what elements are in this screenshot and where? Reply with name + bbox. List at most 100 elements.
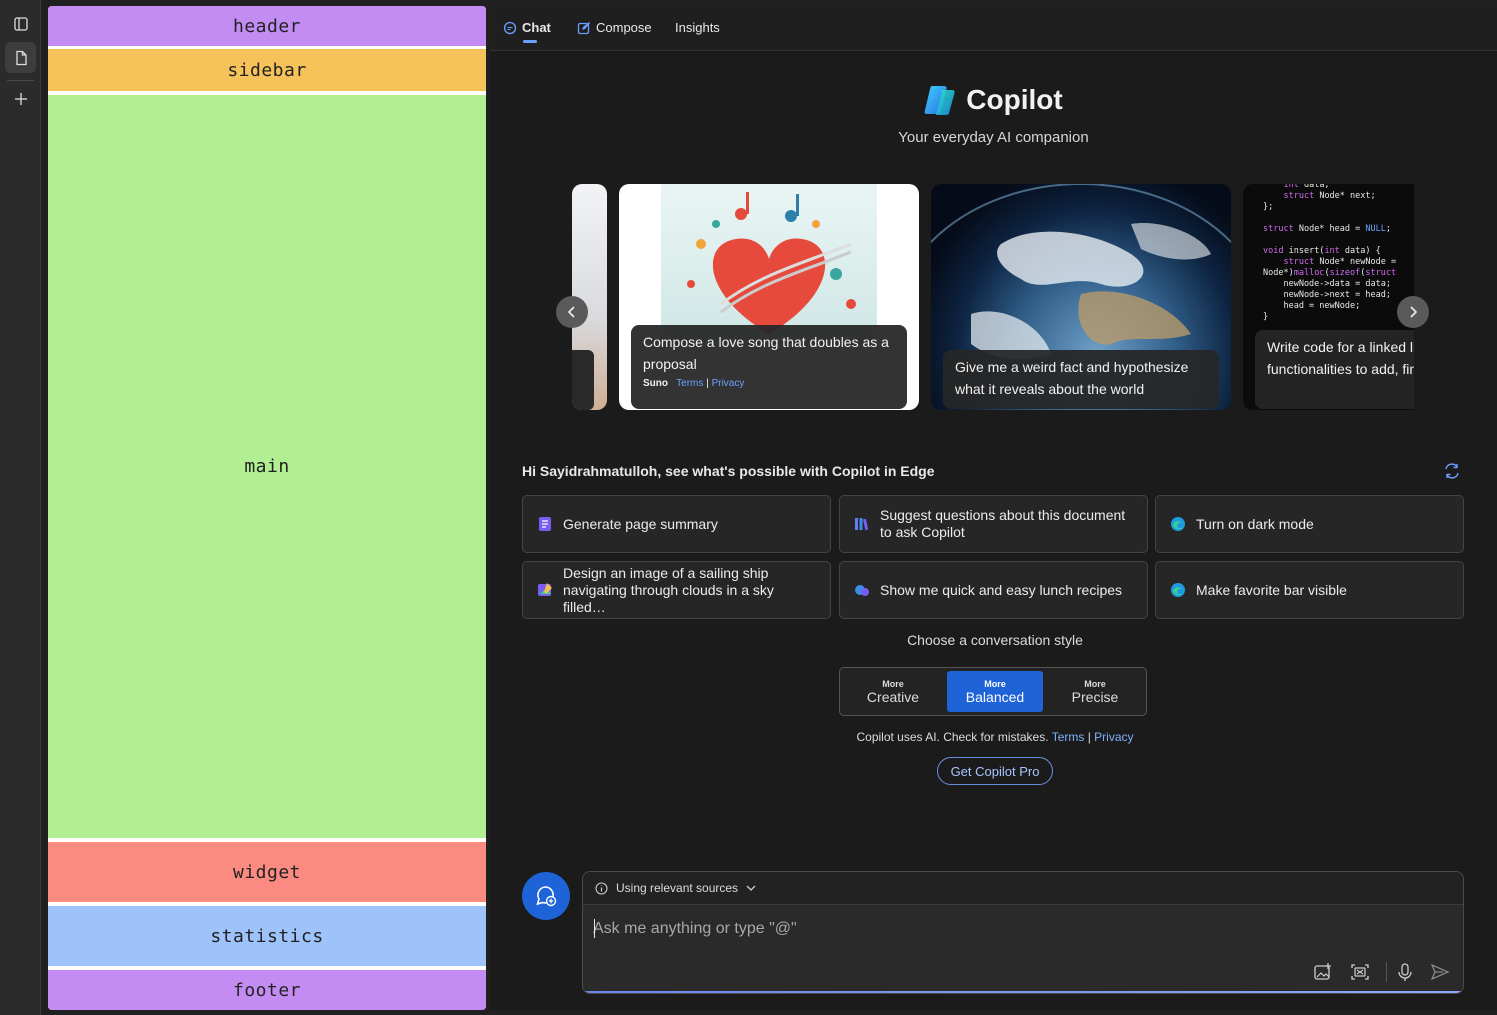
chevron-down-icon — [746, 885, 756, 891]
card-caption-text: Give me a weird fact and hypothesize wha… — [955, 359, 1189, 397]
style-more-label: More — [882, 678, 904, 689]
suggestion-label: Make favorite bar visible — [1196, 581, 1347, 598]
image-design-icon — [538, 583, 552, 596]
toolbar-divider — [1386, 962, 1387, 982]
greeting-text: Hi Sayidrahmatulloh, see what's possible… — [522, 463, 935, 479]
carousel-card-love-song[interactable]: Compose a love song that doubles as a pr… — [619, 184, 919, 410]
vertical-toolbar — [0, 0, 41, 1015]
privacy-link[interactable]: Privacy — [1094, 730, 1133, 744]
tab-chat[interactable]: Chat — [503, 20, 551, 43]
conversation-style-label: Choose a conversation style — [907, 632, 1083, 648]
wireframe-statistics: statistics — [48, 906, 486, 966]
chat-input[interactable] — [593, 916, 1293, 942]
toolbar-divider — [7, 80, 34, 81]
sources-label: Using relevant sources — [616, 881, 739, 895]
copilot-tab-bar: Chat Compose Insights — [490, 6, 1497, 51]
send-button[interactable] — [1429, 961, 1451, 983]
tab-insights-label: Insights — [675, 20, 720, 35]
style-name: Precise — [1071, 688, 1119, 705]
carousel-prev-button[interactable] — [556, 296, 588, 328]
chat-composer: Using relevant sources — [582, 871, 1464, 994]
summary-icon — [539, 517, 551, 531]
wireframe-main: main — [48, 95, 486, 838]
microphone-button[interactable] — [1394, 961, 1416, 983]
terms-link[interactable]: Terms — [1052, 730, 1085, 744]
edge-icon — [1171, 583, 1185, 597]
music-heart-image — [661, 184, 877, 344]
disclaimer-text: Copilot uses AI. Check for mistakes. — [856, 730, 1049, 744]
compose-icon — [577, 21, 590, 34]
send-icon — [1430, 963, 1450, 981]
copilot-logo-icon — [924, 86, 955, 115]
suggestion-label: Design an image of a sailing ship naviga… — [563, 564, 774, 615]
card-caption-text: Compose a love song that doubles as a pr… — [643, 334, 889, 372]
info-icon — [595, 881, 608, 895]
style-name: Balanced — [965, 688, 1025, 705]
chevron-left-icon — [567, 306, 575, 318]
books-icon — [855, 518, 869, 531]
card-caption-text: Write code for a linked list with functi… — [1267, 339, 1414, 377]
copilot-brand: Copilot — [490, 84, 1497, 116]
add-icon[interactable] — [5, 83, 36, 114]
code-snippet-image: int data; struct Node* next; }; struct N… — [1263, 184, 1397, 322]
card-caption: Give me a weird fact and hypothesize wha… — [943, 350, 1219, 409]
carousel-card-linked-list[interactable]: int data; struct Node* next; }; struct N… — [1243, 184, 1414, 410]
style-name: Creative — [866, 688, 920, 705]
style-more-label: More — [1084, 678, 1106, 689]
suggestion-lunch-recipes[interactable]: Show me quick and easy lunch recipes — [839, 561, 1148, 619]
sources-dropdown[interactable]: Using relevant sources — [583, 872, 1463, 905]
suggestion-label: Show me quick and easy lunch recipes — [880, 581, 1123, 598]
wireframe-widget: widget — [48, 842, 486, 902]
provider-name: Suno — [643, 378, 668, 389]
page-icon[interactable] — [5, 42, 36, 73]
new-chat-icon — [536, 886, 557, 907]
refresh-icon — [1445, 463, 1459, 479]
card-privacy-link[interactable]: Privacy — [712, 378, 745, 389]
tab-compose[interactable]: Compose — [577, 20, 652, 35]
suggestion-dark-mode[interactable]: Turn on dark mode — [1155, 495, 1464, 553]
carousel-card-weird-fact[interactable]: Give me a weird fact and hypothesize wha… — [931, 184, 1231, 410]
composer-focus-line — [583, 991, 1463, 993]
chat-bubbles-icon — [855, 585, 869, 596]
conversation-style-selector: More Creative More Balanced More Precise — [839, 667, 1147, 716]
active-tab-indicator — [523, 40, 537, 43]
add-image-button[interactable] — [1312, 961, 1334, 983]
chat-icon — [503, 21, 517, 34]
suggestion-generate-summary[interactable]: Generate page summary — [522, 495, 831, 553]
screenshot-icon — [1351, 964, 1369, 980]
edge-icon — [1171, 517, 1185, 531]
microphone-icon — [1398, 963, 1412, 981]
copilot-subtitle: Your everyday AI companion — [898, 129, 1089, 146]
new-topic-button[interactable] — [522, 872, 570, 920]
tab-insights[interactable]: Insights — [675, 20, 720, 35]
text-cursor — [594, 919, 595, 938]
card-caption: Compose a love song that doubles as a pr… — [631, 325, 907, 409]
wireframe-footer: footer — [48, 970, 486, 1010]
disclaimer-separator: | — [1087, 730, 1091, 744]
carousel-next-button[interactable] — [1397, 296, 1429, 328]
style-creative-button[interactable]: More Creative — [845, 671, 941, 712]
suggestion-label: Generate page summary — [563, 515, 718, 532]
refresh-suggestions-button[interactable] — [1443, 462, 1461, 485]
wireframe-sidebar: sidebar — [48, 49, 486, 91]
prompt-carousel: Compose a love song that doubles as a pr… — [572, 184, 1414, 410]
suggestion-label: Turn on dark mode — [1196, 515, 1314, 532]
copilot-panel: Chat Compose Insights Copilot Your every… — [490, 6, 1497, 1010]
style-more-label: More — [984, 678, 1006, 689]
ai-disclaimer: Copilot uses AI. Check for mistakes. Ter… — [490, 730, 1497, 744]
suggestion-design-image[interactable]: Design an image of a sailing ship naviga… — [522, 561, 831, 619]
tab-compose-label: Compose — [596, 20, 652, 35]
style-balanced-button[interactable]: More Balanced — [947, 671, 1043, 712]
wireframe-page: header sidebar main widget statistics fo… — [48, 6, 486, 1010]
suggestion-favorite-bar[interactable]: Make favorite bar visible — [1155, 561, 1464, 619]
suggestion-label: Suggest questions about this document to… — [880, 507, 1126, 540]
card-caption: Write code for a linked list with functi… — [1255, 330, 1414, 409]
add-image-icon — [1314, 963, 1331, 980]
style-precise-button[interactable]: More Precise — [1047, 671, 1143, 712]
tab-chat-label: Chat — [522, 20, 551, 35]
card-terms-link[interactable]: Terms — [676, 378, 703, 389]
suggestion-document-questions[interactable]: Suggest questions about this document to… — [839, 495, 1148, 553]
screenshot-button[interactable] — [1349, 961, 1371, 983]
tab-actions-icon[interactable] — [5, 8, 36, 39]
get-copilot-pro-button[interactable]: Get Copilot Pro — [937, 757, 1053, 785]
